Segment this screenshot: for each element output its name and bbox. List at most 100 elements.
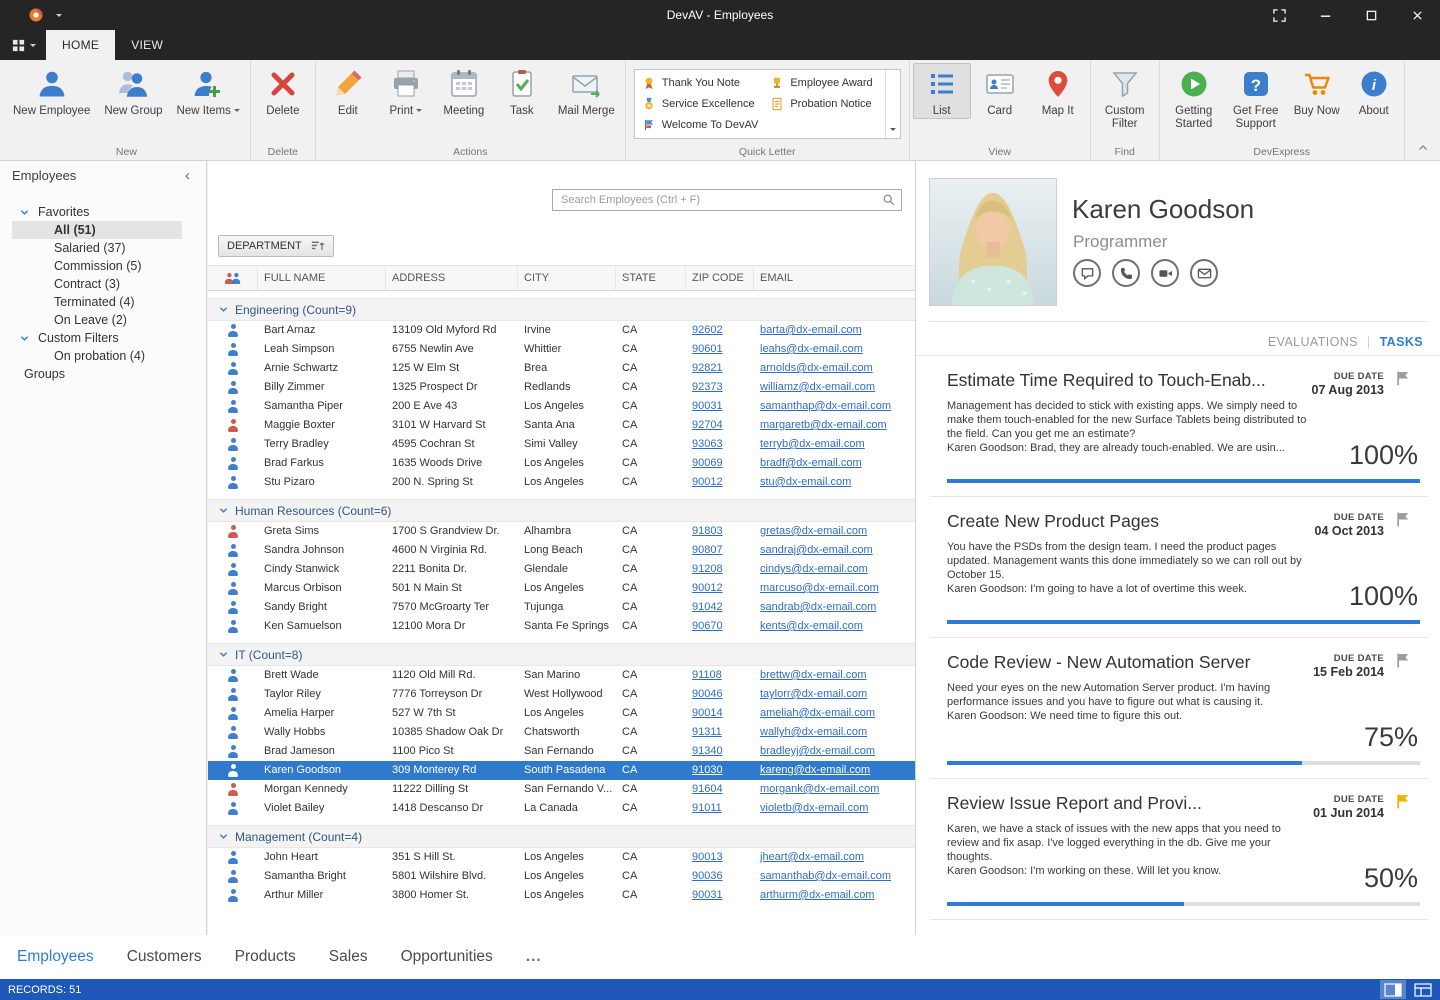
mail-merge-button[interactable]: Mail Merge [551,63,622,118]
table-row[interactable]: Samantha Piper 200 E Ave 43 Los Angeles … [208,397,915,416]
table-row[interactable]: Karen Goodson 309 Monterey Rd South Pasa… [208,761,915,780]
sidebar-collapse-button[interactable]: ‹ [185,161,190,191]
tree-item[interactable]: On Leave (2) [12,311,182,329]
quick-letter-welcome-to-devav[interactable]: Welcome To DevAV [642,115,771,136]
table-row[interactable]: Taylor Riley 7776 Torreyson Dr West Holl… [208,685,915,704]
zip-link[interactable]: 90031 [692,889,723,901]
maximize-button[interactable] [1348,0,1394,30]
zip-link[interactable]: 90013 [692,851,723,863]
task-card[interactable]: Code Review - New Automation Server DUE … [930,638,1428,779]
new-employee-button[interactable]: New Employee [6,63,97,118]
custom-filter-button[interactable]: Custom Filter [1094,63,1156,131]
zip-link[interactable]: 91208 [692,563,723,575]
table-row[interactable]: Engineering (Count=9) [208,298,915,321]
minimize-button[interactable] [1302,0,1348,30]
nav-item[interactable]: Opportunities [401,948,493,966]
group-row[interactable]: Engineering (Count=9) [208,299,915,320]
map-it-button[interactable]: Map It [1029,63,1087,118]
zip-link[interactable]: 91311 [692,726,722,738]
delete-button[interactable]: Delete [254,63,312,118]
phone-button[interactable] [1112,259,1140,287]
group-row[interactable]: Management (Count=4) [208,826,915,847]
email-link[interactable]: samanthap@dx-email.com [760,400,891,412]
zip-link[interactable]: 90046 [692,688,723,700]
tab-home[interactable]: HOME [46,30,115,60]
zip-link[interactable]: 90031 [692,400,723,412]
zip-link[interactable]: 91011 [692,802,722,814]
edit-button[interactable]: Edit [319,63,377,118]
about-button[interactable]: i About [1347,63,1401,118]
email-link[interactable]: marcuso@dx-email.com [760,582,879,594]
table-row[interactable]: Sandra Johnson 4600 N Virginia Rd. Long … [208,541,915,560]
zip-link[interactable]: 93063 [692,438,723,450]
table-row[interactable]: Cindy Stanwick 2211 Bonita Dr. Glendale … [208,560,915,579]
nav-item[interactable]: Sales [329,948,368,966]
task-card[interactable]: Create New Product Pages DUE DATE 04 Oct… [930,497,1428,638]
buy-now-button[interactable]: Buy Now [1287,63,1347,118]
flag-icon[interactable] [1395,652,1412,669]
table-row[interactable]: Maggie Boxter 3101 W Harvard St Santa An… [208,416,915,435]
zip-link[interactable]: 90807 [692,544,723,556]
tree-item[interactable]: Salaried (37) [12,239,182,257]
nav-item[interactable]: Customers [127,948,202,966]
zip-link[interactable]: 90036 [692,870,723,882]
zip-link[interactable]: 90014 [692,707,723,719]
tree-item[interactable]: Contract (3) [12,275,182,293]
zip-link[interactable]: 90069 [692,457,723,469]
zip-link[interactable]: 91108 [692,669,722,681]
group-by-department-chip[interactable]: DEPARTMENT [218,235,334,257]
table-row[interactable]: John Heart 351 S Hill St. Los Angeles CA… [208,848,915,867]
nav-item[interactable]: Products [235,948,296,966]
email-link[interactable]: morgank@dx-email.com [760,783,879,795]
group-row[interactable]: IT (Count=8) [208,644,915,665]
email-link[interactable]: bradf@dx-email.com [760,457,862,469]
tab-tasks[interactable]: TASKS [1380,335,1423,349]
table-row[interactable]: Ken Samuelson 12100 Mora Dr Santa Fe Spr… [208,617,915,636]
fit-window-button[interactable] [1256,0,1302,30]
card-view-button[interactable]: Card [971,63,1029,118]
column-header-full-name[interactable]: FULL NAME [258,266,386,290]
tree-item[interactable]: Custom Filters [12,329,182,347]
email-link[interactable]: terryb@dx-email.com [760,438,865,450]
email-link[interactable]: kents@dx-email.com [760,620,863,632]
email-link[interactable]: wallyh@dx-email.com [760,726,867,738]
email-link[interactable]: sandrab@dx-email.com [760,601,876,613]
email-link[interactable]: arnolds@dx-email.com [760,362,873,374]
table-row[interactable]: Greta Sims 1700 S Grandview Dr. Alhambra… [208,522,915,541]
email-link[interactable]: leahs@dx-email.com [760,343,863,355]
quick-letter-service-excellence[interactable]: Service Excellence [642,93,771,114]
video-call-button[interactable] [1151,259,1179,287]
nav-item[interactable]: ... [526,948,542,966]
get-free-support-button[interactable]: ? Get Free Support [1225,63,1287,131]
tree-item[interactable]: Favorites [12,203,182,221]
task-button[interactable]: Task [493,63,551,118]
quick-letter-thank-you-note[interactable]: Thank You Note [642,72,771,93]
zip-link[interactable]: 91803 [692,525,723,537]
quick-letter-probation-notice[interactable]: Probation Notice [770,93,884,114]
flag-icon[interactable] [1395,511,1412,528]
zip-link[interactable]: 92373 [692,381,723,393]
column-header-zip-code[interactable]: ZIP CODE [686,266,754,290]
zip-link[interactable]: 91030 [692,764,723,776]
table-row[interactable]: Arthur Miller 3800 Homer St. Los Angeles… [208,886,915,905]
email-link[interactable]: arthurm@dx-email.com [760,889,874,901]
zip-link[interactable]: 91340 [692,745,723,757]
tree-item[interactable]: Terminated (4) [12,293,182,311]
table-row[interactable]: Leah Simpson 6755 Newlin Ave Whittier CA… [208,340,915,359]
table-row[interactable]: Management (Count=4) [208,825,915,848]
table-row[interactable]: Wally Hobbs 10385 Shadow Oak Dr Chatswor… [208,723,915,742]
quick-letter-employee-award[interactable]: Employee Award [770,72,884,93]
email-link[interactable]: cindys@dx-email.com [760,563,868,575]
list-view-button[interactable]: List [913,63,971,119]
zip-link[interactable]: 90012 [692,476,723,488]
tree-item[interactable]: On probation (4) [12,347,182,365]
email-link[interactable]: margaretb@dx-email.com [760,419,887,431]
table-row[interactable]: Bart Arnaz 13109 Old Myford Rd Irvine CA… [208,321,915,340]
column-header-icon[interactable] [208,266,258,290]
email-button[interactable] [1190,259,1218,287]
email-link[interactable]: kareng@dx-email.com [760,764,870,776]
email-link[interactable]: brettw@dx-email.com [760,669,867,681]
tab-evaluations[interactable]: EVALUATIONS [1268,335,1358,349]
table-row[interactable]: Brad Jameson 1100 Pico St San Fernando C… [208,742,915,761]
task-card[interactable]: Review Issue Report and Provi... DUE DAT… [930,779,1428,920]
